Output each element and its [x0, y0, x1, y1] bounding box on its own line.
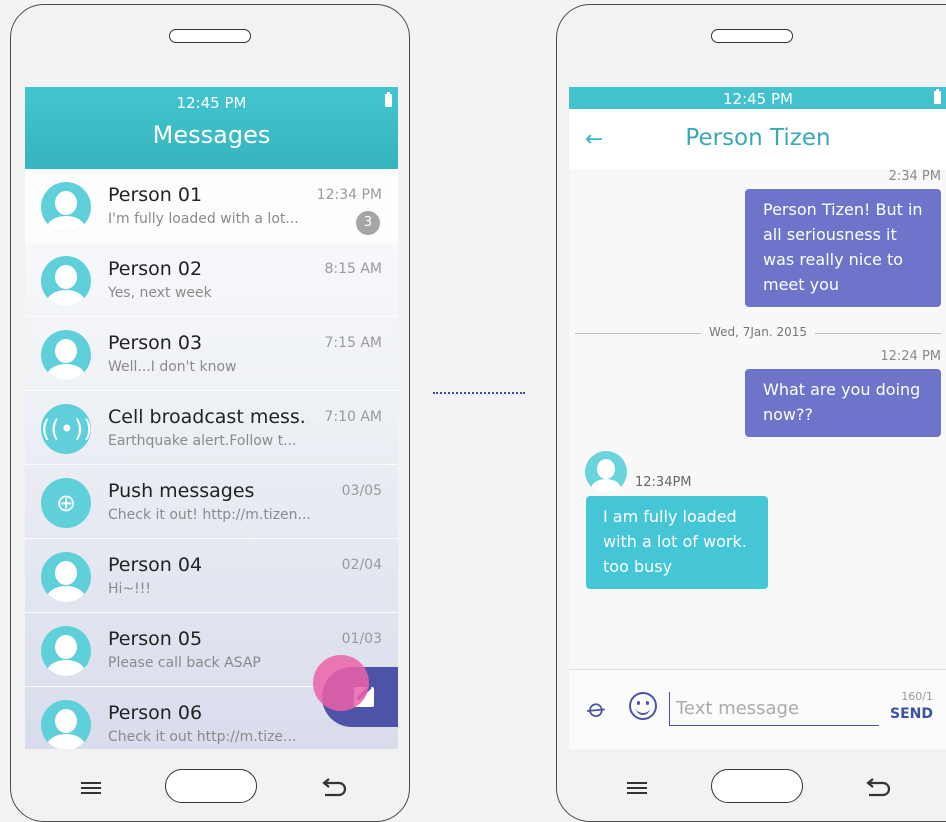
message-composer: ⌀ 160/1 SEND	[569, 669, 946, 749]
right-phone-frame: 12:45 PM ← Person Tizen 2:34 PM Person T…	[556, 4, 946, 822]
list-item[interactable]: Person 03 Well...I don't know 7:15 AM	[25, 317, 398, 391]
message-timestamp: 12:34PM	[635, 475, 692, 490]
message-preview: Well...I don't know	[108, 359, 237, 375]
page-title: Person Tizen	[685, 125, 831, 151]
outgoing-message[interactable]: Person Tizen! But in all seriousness it …	[745, 189, 941, 307]
status-time: 12:45 PM	[176, 94, 247, 112]
message-preview: Hi~!!!	[108, 581, 151, 597]
incoming-message[interactable]: I am fully loaded with a lot of work. to…	[586, 496, 768, 589]
message-preview: Earthquake alert.Follow t...	[108, 433, 297, 449]
person-icon	[41, 626, 91, 676]
message-preview: Yes, next week	[108, 285, 212, 301]
menu-key-icon[interactable]	[81, 782, 101, 795]
message-timestamp: 12:24 PM	[880, 349, 941, 364]
status-bar: 12:45 PM	[569, 87, 946, 109]
messages-header: 12:45 PM Messages	[25, 87, 398, 169]
contact-name: Person 06	[108, 702, 203, 724]
emoji-icon[interactable]	[629, 692, 657, 720]
send-button[interactable]: SEND	[890, 706, 933, 722]
list-item[interactable]: Person 01 I'm fully loaded with a lot...…	[25, 169, 398, 243]
unread-badge: 3	[356, 211, 380, 235]
left-phone-frame: 12:45 PM Messages Person 01 I'm fully lo…	[10, 4, 410, 822]
date-label: Wed, 7Jan. 2015	[700, 325, 816, 339]
message-preview: Check it out! http://m.tizen...	[108, 507, 311, 523]
contact-name: Push messages	[108, 480, 255, 502]
speaker-grille	[710, 29, 793, 43]
person-icon	[41, 552, 91, 602]
back-key-icon[interactable]	[863, 777, 893, 801]
globe-icon: ⊕	[41, 478, 91, 528]
person-icon	[41, 256, 91, 306]
messages-screen: 12:45 PM Messages Person 01 I'm fully lo…	[25, 87, 398, 749]
attachment-icon[interactable]: ⌀	[581, 692, 612, 725]
broadcast-icon: ((•))	[41, 404, 91, 454]
message-preview: I'm fully loaded with a lot...	[108, 211, 299, 227]
character-counter: 160/1	[901, 690, 933, 703]
date-separator: Wed, 7Jan. 2015	[575, 325, 941, 341]
menu-key-icon[interactable]	[627, 782, 647, 795]
home-button[interactable]	[711, 769, 803, 803]
contact-name: Person 03	[108, 332, 203, 354]
list-item[interactable]: Person 04 Hi~!!! 02/04	[25, 539, 398, 613]
touch-ripple	[313, 655, 369, 711]
hardware-buttons	[557, 767, 946, 809]
flow-connector	[433, 392, 525, 394]
message-time: 03/05	[341, 483, 382, 499]
contact-name: Person 02	[108, 258, 203, 280]
message-preview: Check it out http://m.tize...	[108, 729, 297, 745]
message-time: 12:34 PM	[316, 187, 382, 203]
message-timestamp: 2:34 PM	[888, 169, 941, 184]
list-item[interactable]: Person 02 Yes, next week 8:15 AM	[25, 243, 398, 317]
contact-name: Cell broadcast mess...	[108, 406, 308, 428]
message-list: Person 01 I'm fully loaded with a lot...…	[25, 169, 398, 749]
message-preview: Please call back ASAP	[108, 655, 261, 671]
message-time: 7:10 AM	[324, 409, 382, 425]
list-item[interactable]: ((•)) Cell broadcast mess... Earthquake …	[25, 391, 398, 465]
hardware-buttons	[11, 767, 409, 809]
home-button[interactable]	[165, 769, 257, 803]
message-time: 01/03	[341, 631, 382, 647]
contact-name: Person 05	[108, 628, 203, 650]
contact-name: Person 04	[108, 554, 203, 576]
speaker-grille	[169, 29, 251, 43]
message-time: 8:15 AM	[324, 261, 382, 277]
list-item[interactable]: ⊕ Push messages Check it out! http://m.t…	[25, 465, 398, 539]
person-icon	[41, 330, 91, 380]
status-time: 12:45 PM	[723, 90, 793, 108]
battery-icon	[385, 92, 392, 107]
battery-icon	[934, 89, 941, 104]
message-time: 02/04	[341, 557, 382, 573]
person-icon	[41, 182, 91, 232]
conversation-screen: 12:45 PM ← Person Tizen 2:34 PM Person T…	[569, 87, 946, 749]
message-input[interactable]	[669, 692, 879, 726]
contact-name: Person 01	[108, 184, 203, 206]
person-icon	[41, 700, 91, 749]
outgoing-message[interactable]: What are you doing now??	[745, 369, 941, 437]
back-key-icon[interactable]	[319, 777, 349, 801]
conversation-header: ← Person Tizen	[569, 109, 946, 169]
message-time: 7:15 AM	[324, 335, 382, 351]
page-title: Messages	[152, 121, 271, 149]
person-icon	[585, 451, 627, 493]
message-thread: 2:34 PM Person Tizen! But in all serious…	[569, 169, 946, 669]
